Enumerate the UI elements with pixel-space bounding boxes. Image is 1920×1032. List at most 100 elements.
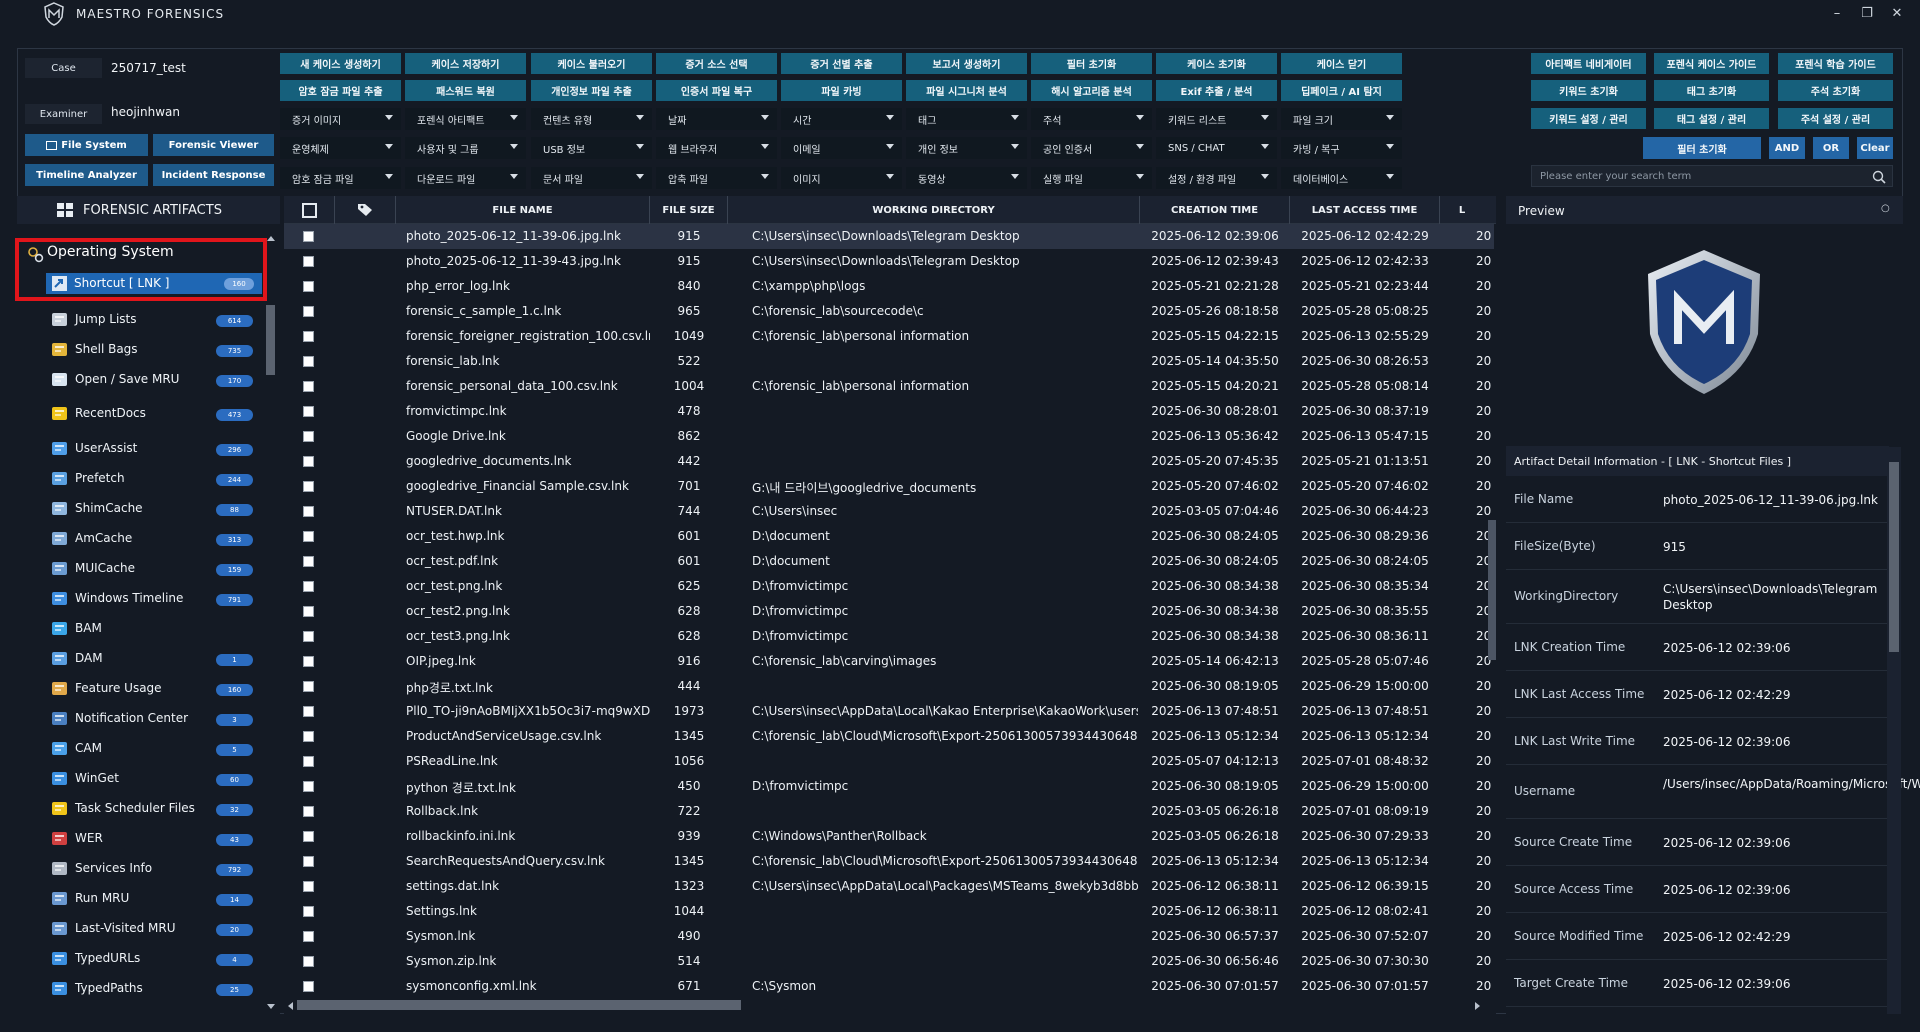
row-checkbox[interactable] — [303, 481, 314, 492]
select-all-checkbox[interactable] — [301, 202, 317, 218]
toolbar-button[interactable]: 개인정보 파일 추출 — [531, 80, 652, 101]
row-checkbox[interactable] — [303, 406, 314, 417]
toolbar-button[interactable]: 보고서 생성하기 — [906, 53, 1027, 74]
filter-dropdown[interactable]: 운영체제 — [280, 137, 401, 159]
filter-dropdown[interactable]: 개인 정보 — [906, 137, 1027, 159]
filter-dropdown[interactable]: 웹 브라우저 — [656, 137, 777, 159]
sidebar-scrollbar[interactable] — [266, 305, 275, 375]
header-last-access-time[interactable]: LAST ACCESS TIME — [1290, 196, 1440, 224]
row-checkbox[interactable] — [303, 806, 314, 817]
row-checkbox[interactable] — [303, 531, 314, 542]
row-checkbox[interactable] — [303, 781, 314, 792]
toolbar-button[interactable]: 해시 알고리즘 분석 — [1031, 80, 1152, 101]
row-checkbox[interactable] — [303, 831, 314, 842]
filter-dropdown[interactable]: 태그 — [906, 108, 1027, 130]
filter-dropdown[interactable]: 카빙 / 복구 — [1281, 137, 1402, 159]
table-row[interactable]: forensic_c_sample_1.c.lnk 965 C:\forensic_… — [284, 299, 1494, 324]
sidebar-item-shortcut-lnk[interactable]: Shortcut [ LNK ] 160 — [46, 273, 262, 294]
row-checkbox[interactable] — [303, 281, 314, 292]
filter-dropdown[interactable]: 키워드 리스트 — [1156, 108, 1277, 130]
table-row[interactable]: NTUSER.DAT.lnk 744 C:\Users\insec 2025-03-0… — [284, 499, 1494, 524]
toolbar-button[interactable]: 증거 소스 선택 — [656, 53, 777, 74]
sidebar-item[interactable]: CAM 5 — [45, 737, 263, 761]
sidebar-item[interactable]: Shell Bags 735 — [45, 338, 263, 362]
sidebar-item[interactable]: WER 43 — [45, 827, 263, 851]
table-row[interactable]: php경로.txt.lnk 444 2025-06-30 08:19:05 2025-… — [284, 674, 1494, 699]
filter-dropdown[interactable]: 동영상 — [906, 167, 1027, 189]
table-row[interactable]: ProductAndServiceUsage.csv.lnk 1345 C:\for… — [284, 724, 1494, 749]
toolbar-button[interactable]: 케이스 닫기 — [1281, 53, 1402, 74]
sidebar-item[interactable]: BAM — [45, 617, 263, 641]
row-checkbox[interactable] — [303, 381, 314, 392]
or-button[interactable]: OR — [1813, 137, 1849, 159]
toolbar-button[interactable]: 케이스 불러오기 — [531, 53, 652, 74]
row-checkbox[interactable] — [303, 581, 314, 592]
sidebar-item[interactable]: UserAssist 296 — [45, 437, 263, 461]
sidebar-scroll-up-icon[interactable] — [266, 234, 276, 242]
toolbar-button[interactable]: 새 케이스 생성하기 — [280, 53, 401, 74]
table-row[interactable]: OIP.jpeg.lnk 916 C:\forensic_lab\carving\i… — [284, 649, 1494, 674]
row-checkbox[interactable] — [303, 231, 314, 242]
header-more[interactable]: L — [1440, 196, 1484, 224]
minimize-button[interactable]: – — [1827, 6, 1847, 21]
filter-dropdown[interactable]: 공인 인증서 — [1031, 137, 1152, 159]
search-input[interactable]: Please enter your search term — [1531, 165, 1893, 187]
right-toolbar-button[interactable]: 키워드 설정 / 관리 — [1531, 108, 1646, 129]
table-row[interactable]: photo_2025-06-12_11-39-06.jpg.lnk 915 C:\U… — [284, 224, 1494, 249]
filter-dropdown[interactable]: 날짜 — [656, 108, 777, 130]
header-creation-time[interactable]: CREATION TIME — [1140, 196, 1290, 224]
sidebar-item[interactable]: Last-Visited MRU 20 — [45, 917, 263, 941]
sidebar-item[interactable]: Services Info 792 — [45, 857, 263, 881]
table-row[interactable]: python 경로.txt.lnk 450 D:\fromvictimpc 2025-… — [284, 774, 1494, 799]
row-checkbox[interactable] — [303, 931, 314, 942]
sidebar-item[interactable]: Task Scheduler Files 32 — [45, 797, 263, 821]
right-toolbar-button[interactable]: 태그 초기화 — [1654, 80, 1769, 101]
toolbar-button[interactable]: 파일 카빙 — [781, 80, 902, 101]
table-row[interactable]: ocr_test.pdf.lnk 601 D:\document 2025-06-30… — [284, 549, 1494, 574]
header-working-directory[interactable]: WORKING DIRECTORY — [728, 196, 1140, 224]
row-checkbox[interactable] — [303, 356, 314, 367]
right-toolbar-button[interactable]: 포렌식 학습 가이드 — [1778, 53, 1893, 74]
clear-button[interactable]: Clear — [1857, 137, 1893, 159]
table-row[interactable]: SearchRequestsAndQuery.csv.lnk 1345 C:\for… — [284, 849, 1494, 874]
filter-dropdown[interactable]: 사용자 및 그룹 — [405, 137, 526, 159]
table-row[interactable]: googledrive_documents.lnk 442 2025-05-20 0… — [284, 449, 1494, 474]
sidebar-item[interactable]: Windows Timeline 791 — [45, 587, 263, 611]
sidebar-scroll-down-icon[interactable] — [266, 1003, 276, 1011]
sidebar-item[interactable]: AmCache 313 — [45, 527, 263, 551]
filter-dropdown[interactable]: 컨텐츠 유형 — [531, 108, 652, 130]
row-checkbox[interactable] — [303, 331, 314, 342]
detail-scrollbar[interactable] — [1889, 462, 1899, 652]
sidebar-item[interactable]: MUICache 159 — [45, 557, 263, 581]
row-checkbox[interactable] — [303, 256, 314, 267]
right-toolbar-button[interactable]: 주석 설정 / 관리 — [1778, 108, 1893, 129]
header-file-name[interactable]: FILE NAME — [396, 196, 650, 224]
table-vertical-scrollbar[interactable] — [1488, 520, 1496, 660]
sidebar-item[interactable]: Prefetch 244 — [45, 467, 263, 491]
toolbar-button[interactable]: 딥페이크 / AI 탐지 — [1281, 80, 1402, 101]
table-row[interactable]: Settings.lnk 1044 2025-06-12 06:38:11 2025-… — [284, 899, 1494, 924]
filter-dropdown[interactable]: 포렌식 아티팩트 — [405, 108, 526, 130]
filter-dropdown[interactable]: 문서 파일 — [531, 167, 652, 189]
table-row[interactable]: googledrive_Financial Sample.csv.lnk 701 G… — [284, 474, 1494, 499]
sidebar-item[interactable]: Notification Center 3 — [45, 707, 263, 731]
toolbar-button[interactable]: 패스워드 복원 — [405, 80, 526, 101]
table-row[interactable]: forensic_foreigner_registration_100.csv.… — [284, 324, 1494, 349]
toolbar-button[interactable]: 증거 선별 추출 — [781, 53, 902, 74]
toolbar-button[interactable]: 파일 시그니처 분석 — [906, 80, 1027, 101]
row-checkbox[interactable] — [303, 456, 314, 467]
row-checkbox[interactable] — [303, 956, 314, 967]
row-checkbox[interactable] — [303, 431, 314, 442]
filter-dropdown[interactable]: 다운로드 파일 — [405, 167, 526, 189]
row-checkbox[interactable] — [303, 656, 314, 667]
right-toolbar-button[interactable]: 아티팩트 네비게이터 — [1531, 53, 1646, 74]
filter-reset-button[interactable]: 필터 초기화 — [1643, 137, 1761, 159]
filter-dropdown[interactable]: 설정 / 환경 파일 — [1156, 167, 1277, 189]
and-button[interactable]: AND — [1769, 137, 1805, 159]
table-scroll-left-icon[interactable] — [286, 1001, 294, 1011]
filter-dropdown[interactable]: 이메일 — [781, 137, 902, 159]
sidebar-item[interactable]: ShimCache 88 — [45, 497, 263, 521]
table-row[interactable]: rollbackinfo.ini.lnk 939 C:\Windows\Panthe… — [284, 824, 1494, 849]
table-row[interactable]: ocr_test2.png.lnk 628 D:\fromvictimpc 2025-… — [284, 599, 1494, 624]
filter-dropdown[interactable]: USB 정보 — [531, 137, 652, 159]
